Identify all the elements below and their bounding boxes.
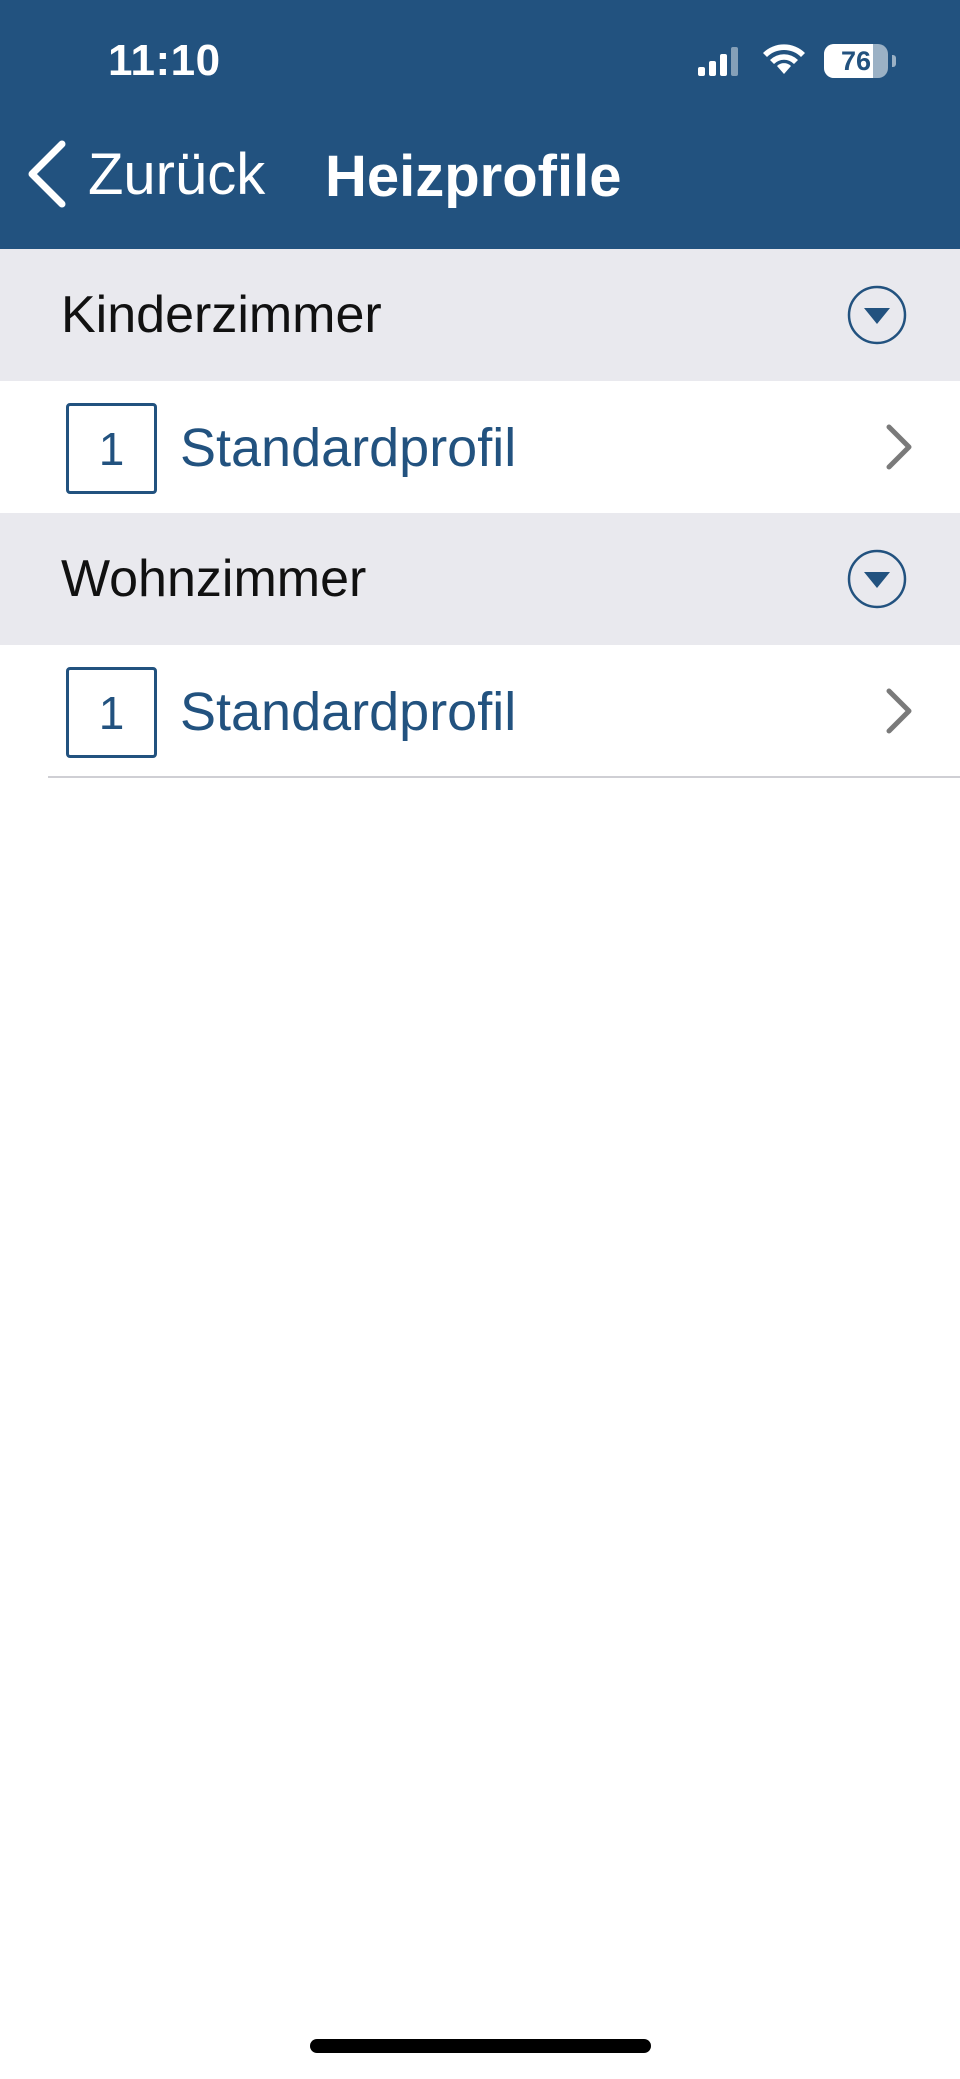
back-label: Zurück <box>88 141 266 207</box>
home-indicator[interactable] <box>310 2039 651 2053</box>
battery-cap <box>892 55 896 67</box>
profile-row[interactable]: 1 Standardprofil <box>0 645 960 777</box>
heizprofile-screen: 11:10 76 Zurück Heizprofile Kinderzimmer… <box>0 0 960 2079</box>
chevron-right-icon <box>886 424 912 470</box>
battery-icon: 76 <box>824 44 888 78</box>
section-header-kinderzimmer[interactable]: Kinderzimmer <box>0 249 960 381</box>
back-button[interactable]: Zurück <box>24 140 265 208</box>
chevron-right-icon <box>886 688 912 734</box>
section-title: Kinderzimmer <box>61 286 382 344</box>
profile-row[interactable]: 1 Standardprofil <box>0 381 960 513</box>
list-divider <box>48 776 960 778</box>
section-header-wohnzimmer[interactable]: Wohnzimmer <box>0 513 960 645</box>
profile-number-badge: 1 <box>66 667 157 758</box>
page-title: Heizprofile <box>325 144 622 209</box>
section-title: Wohnzimmer <box>61 550 367 608</box>
status-icons: 76 <box>696 44 896 78</box>
profile-name: Standardprofil <box>180 682 517 742</box>
profile-number-badge: 1 <box>66 403 157 494</box>
chevron-left-icon <box>28 140 66 208</box>
status-time: 11:10 <box>108 36 221 85</box>
wifi-icon <box>763 44 805 74</box>
nav-header: 11:10 76 Zurück Heizprofile <box>0 0 960 249</box>
collapse-toggle-icon[interactable] <box>847 285 907 345</box>
collapse-toggle-icon[interactable] <box>847 549 907 609</box>
signal-icon <box>698 47 738 76</box>
profile-name: Standardprofil <box>180 418 517 478</box>
battery-percent: 76 <box>840 45 872 76</box>
